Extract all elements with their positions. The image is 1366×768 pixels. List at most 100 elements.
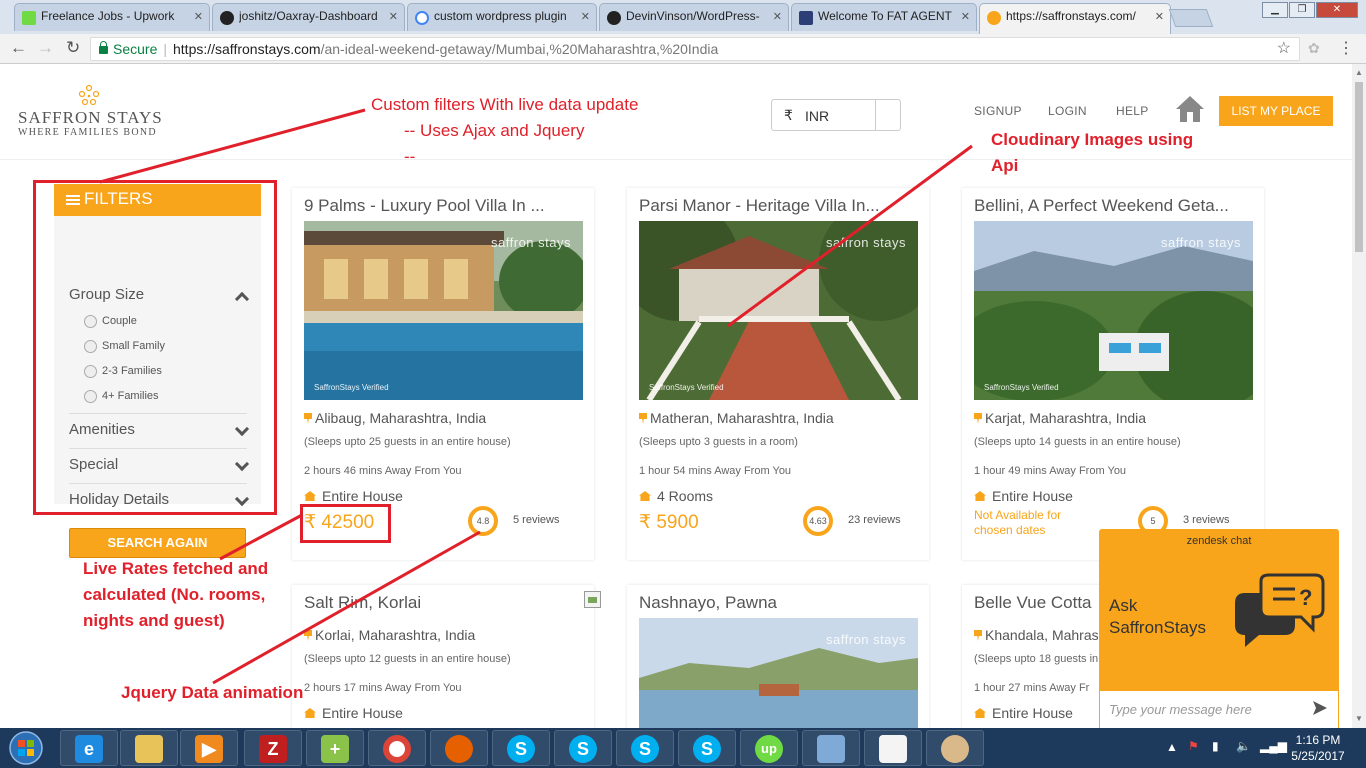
filter-section-group-size[interactable]: Group Size [69, 286, 250, 307]
listing-photo[interactable]: saffron stays SaffronStays Verified [639, 221, 918, 400]
url-field[interactable]: Secure | https://saffronstays.com/an-ideal… [90, 37, 1300, 61]
reviews-link[interactable]: 23 reviews [848, 514, 901, 526]
listing-photo[interactable]: saffron stays [639, 618, 918, 728]
chat-prompt-line2: SaffronStays [1109, 618, 1207, 637]
chevron-down-icon[interactable] [234, 491, 250, 507]
close-icon[interactable]: ✕ [194, 10, 203, 23]
taskbar-filezilla[interactable]: Z [244, 730, 302, 766]
taskbar-notepad[interactable] [864, 730, 922, 766]
tab-fat-agent[interactable]: Welcome To FAT AGENT ✕ [791, 3, 977, 31]
taskbar-skype-3[interactable]: S [616, 730, 674, 766]
action-center-icon[interactable]: ⚑ [1188, 739, 1199, 753]
taskbar-skype-4[interactable]: S [678, 730, 736, 766]
taskbar-skype-1[interactable]: S [492, 730, 550, 766]
scroll-down-icon[interactable]: ▼ [1355, 714, 1363, 723]
listing-title[interactable]: Salt Rim, Korlai [304, 593, 589, 613]
window-close-button[interactable]: ✕ [1316, 2, 1358, 18]
maximize-button[interactable]: ❐ [1289, 2, 1315, 18]
location-text: Matheran, Maharashtra, India [650, 410, 834, 426]
tab-github-devinvinson[interactable]: DevinVinson/WordPress- ✕ [599, 3, 789, 31]
reviews-link[interactable]: 3 reviews [1183, 514, 1229, 526]
pin-icon [304, 413, 312, 424]
tab-github-oaxray[interactable]: joshitz/Oaxray-Dashboard ✕ [212, 3, 405, 31]
close-icon[interactable]: ✕ [1155, 10, 1164, 23]
list-my-place-button[interactable]: LIST MY PLACE [1219, 96, 1333, 126]
annotation-filters-sub: -- Uses Ajax and Jquery [404, 121, 585, 140]
login-link[interactable]: LOGIN [1048, 104, 1087, 118]
scrollbar-thumb[interactable] [1355, 82, 1363, 252]
zendesk-chat-widget[interactable]: zendesk chat Ask SaffronStays ? Type your… [1099, 529, 1339, 728]
tray-expand-icon[interactable]: ▲ [1166, 740, 1178, 754]
listing-title[interactable]: Bellini, A Perfect Weekend Geta... [974, 196, 1259, 216]
new-tab-button[interactable] [1168, 9, 1214, 27]
network-icon[interactable]: ▮ [1212, 739, 1219, 753]
chevron-down-icon[interactable] [234, 456, 250, 472]
search-again-button[interactable]: SEARCH AGAIN [69, 528, 246, 558]
listing-card[interactable]: Bellini, A Perfect Weekend Geta... saffr… [962, 188, 1264, 560]
listing-card[interactable]: Salt Rim, Korlai Korlai, Maharashtra, In… [292, 585, 594, 728]
taskbar-internet-explorer[interactable]: e [60, 730, 118, 766]
firefox-icon [445, 735, 473, 763]
listing-title[interactable]: 9 Palms - Luxury Pool Villa In ... [304, 196, 589, 216]
logo-title[interactable]: SAFFRON STAYS [18, 108, 163, 128]
tab-google-search[interactable]: custom wordpress plugin ✕ [407, 3, 597, 31]
filter-section-special[interactable]: Special [69, 456, 250, 473]
filter-section-holiday[interactable]: Holiday Details [69, 491, 250, 508]
tab-saffronstays[interactable]: https://saffronstays.com/ ✕ [979, 3, 1171, 34]
chevron-down-icon[interactable] [234, 421, 250, 437]
taskbar-virtualbox[interactable] [802, 730, 860, 766]
home-icon[interactable] [1175, 94, 1205, 124]
taskbar-chrome[interactable] [368, 730, 426, 766]
taskbar-media-player[interactable]: ▶ [180, 730, 238, 766]
signup-link[interactable]: SIGNUP [974, 104, 1022, 118]
taskbar-clock[interactable]: 1:16 PM 5/25/2017 [1280, 732, 1356, 764]
room-type-text: Entire House [992, 705, 1073, 721]
radio-couple[interactable]: Couple [84, 315, 137, 328]
extension-icon[interactable]: ✿ [1308, 40, 1320, 57]
radio-small-family[interactable]: Small Family [84, 340, 165, 353]
rating-badge: 4.63 [803, 506, 833, 536]
currency-selector[interactable]: ₹ INR [771, 99, 901, 131]
taskbar-upwork[interactable]: up [740, 730, 798, 766]
taskbar-notepad-plus[interactable]: + [306, 730, 364, 766]
reload-icon[interactable]: ↻ [66, 38, 80, 58]
forward-arrow-icon[interactable]: → [37, 38, 54, 58]
minimize-button[interactable]: ▁ [1262, 2, 1288, 18]
listing-photo[interactable]: saffron stays SaffronStays Verified [974, 221, 1253, 400]
listing-photo[interactable]: saffron stays SaffronStays Verified [304, 221, 583, 400]
media-player-icon: ▶ [195, 735, 223, 763]
chat-message-input[interactable]: Type your message here [1100, 691, 1338, 728]
chrome-menu-icon[interactable]: ⋮ [1338, 38, 1354, 58]
radio-2-3-families[interactable]: 2-3 Families [84, 365, 162, 378]
chevron-up-icon[interactable] [234, 291, 250, 307]
page-scrollbar[interactable]: ▲ ▼ [1352, 64, 1366, 728]
bookmark-star-icon[interactable]: ☆ [1277, 38, 1291, 60]
close-icon[interactable]: ✕ [389, 10, 398, 23]
send-icon[interactable] [1312, 700, 1328, 716]
back-arrow-icon[interactable]: ← [10, 38, 27, 58]
windows-start-icon[interactable] [4, 730, 48, 766]
listing-card[interactable]: Nashnayo, Pawna saffron stays [627, 585, 929, 728]
listing-title[interactable]: Nashnayo, Pawna [639, 593, 924, 613]
listing-card[interactable]: Parsi Manor - Heritage Villa In... saffr… [627, 188, 929, 560]
listing-room-type: Entire House [304, 705, 403, 721]
github-icon [220, 11, 234, 25]
saffronstays-watermark: saffron stays [826, 235, 906, 250]
scroll-up-icon[interactable]: ▲ [1355, 68, 1363, 77]
listing-title[interactable]: Parsi Manor - Heritage Villa In... [639, 196, 924, 216]
close-icon[interactable]: ✕ [581, 10, 590, 23]
close-icon[interactable]: ✕ [961, 10, 970, 23]
help-link[interactable]: HELP [1116, 104, 1149, 118]
taskbar-file-explorer[interactable] [120, 730, 178, 766]
taskbar-skype-2[interactable]: S [554, 730, 612, 766]
radio-4-plus-families[interactable]: 4+ Families [84, 390, 159, 403]
volume-icon[interactable]: 🔈 [1236, 739, 1251, 753]
taskbar-firefox[interactable] [430, 730, 488, 766]
reviews-link[interactable]: 5 reviews [513, 514, 559, 526]
filters-header[interactable]: FILTERS [54, 184, 261, 216]
notepad-plus-icon: + [321, 735, 349, 763]
filter-section-amenities[interactable]: Amenities [69, 421, 250, 438]
close-icon[interactable]: ✕ [773, 10, 782, 23]
taskbar-paint[interactable] [926, 730, 984, 766]
tab-upwork[interactable]: Freelance Jobs - Upwork ✕ [14, 3, 210, 31]
